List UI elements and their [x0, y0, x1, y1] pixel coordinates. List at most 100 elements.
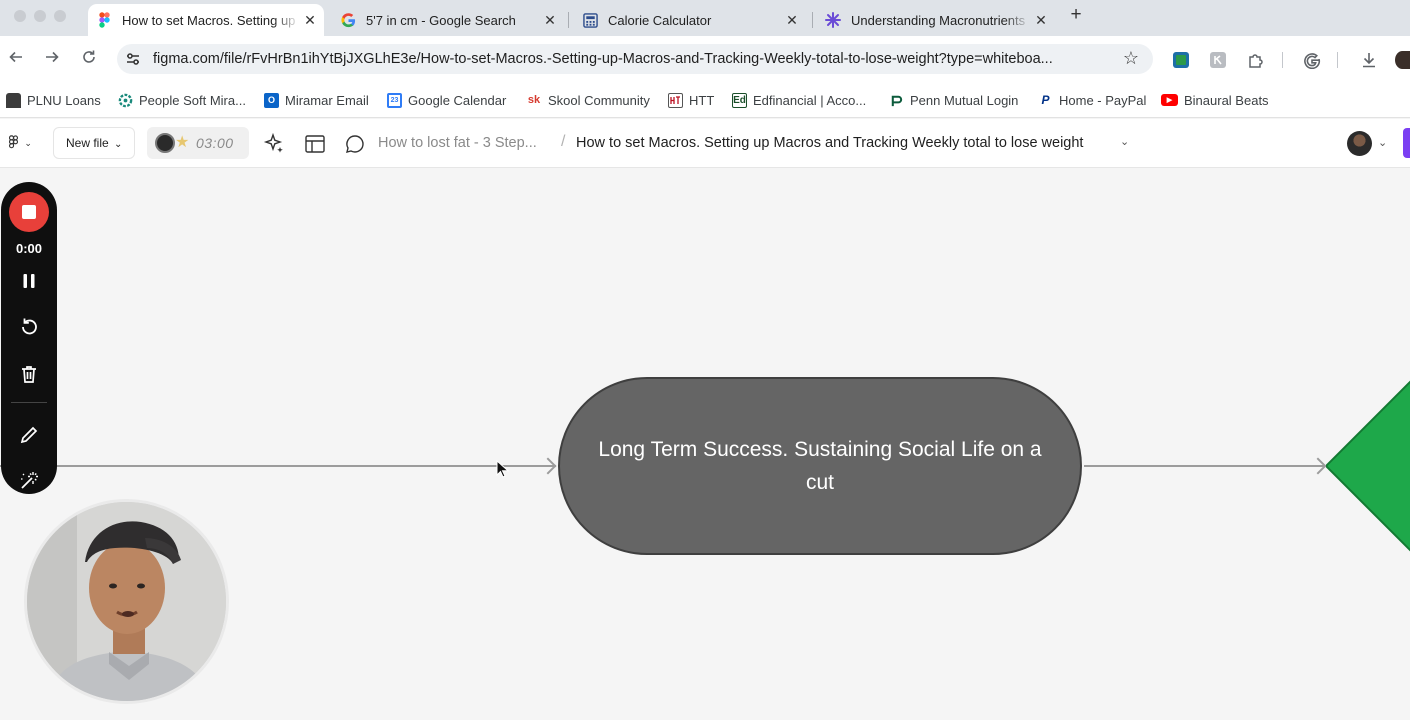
url-text[interactable]: figma.com/file/rFvHrBn1ihYtBjJXGLhE3e/Ho…: [153, 51, 1117, 67]
share-button[interactable]: [1403, 128, 1410, 158]
figma-icon: [96, 12, 112, 28]
comment-icon[interactable]: [344, 133, 366, 155]
pencil-icon[interactable]: [18, 424, 40, 446]
timer-readout: 03:00: [196, 135, 234, 151]
tab-close-button[interactable]: ✕: [300, 12, 320, 29]
zoom-window-button[interactable]: [54, 10, 66, 22]
site-settings-icon[interactable]: [125, 51, 141, 67]
htt-icon: [668, 92, 683, 108]
presenter-video: [27, 502, 226, 701]
bookmark-penn-mutual[interactable]: Penn Mutual Login: [889, 90, 1018, 110]
bookmark-plnu-loans[interactable]: PLNU Loans: [6, 90, 101, 110]
tab-calorie-calculator[interactable]: Calorie Calculator ✕: [574, 4, 806, 36]
tab-divider: [568, 12, 569, 28]
calendar-icon: 23: [387, 92, 402, 108]
tab-title: 5'7 in cm - Google Search: [366, 12, 516, 28]
new-file-label: New file: [66, 136, 109, 150]
trash-icon[interactable]: [18, 363, 40, 385]
browser-tab-strip: How to set Macros. Setting up Macros and…: [0, 0, 1410, 36]
bookmark-label: People Soft Mira...: [139, 92, 246, 108]
address-bar[interactable]: figma.com/file/rFvHrBn1ihYtBjJXGLhE3e/Ho…: [117, 44, 1153, 74]
recording-timer: 0:00: [15, 241, 43, 256]
puzzle-icon[interactable]: [1247, 51, 1265, 69]
profile-avatar[interactable]: [1395, 51, 1410, 69]
node-text: Long Term Success. Sustaining Social Lif…: [598, 438, 1042, 494]
breadcrumb-separator: /: [561, 133, 566, 150]
tab-figma[interactable]: How to set Macros. Setting up Macros and…: [88, 4, 324, 36]
paypal-icon: P: [1041, 93, 1050, 107]
google-g-icon[interactable]: [1303, 51, 1321, 70]
bookmark-binaural-beats[interactable]: ▶ Binaural Beats: [1161, 90, 1269, 110]
edfinancial-icon: Ed: [732, 92, 747, 108]
bookmark-skool[interactable]: sk Skool Community: [526, 90, 650, 110]
flow-node[interactable]: Long Term Success. Sustaining Social Lif…: [558, 377, 1082, 555]
download-icon[interactable]: [1360, 51, 1378, 69]
tab-close-button[interactable]: ✕: [1031, 12, 1051, 29]
chevron-down-icon: ⌄: [24, 138, 32, 148]
close-window-button[interactable]: [14, 10, 26, 22]
user-avatar[interactable]: [1347, 131, 1372, 156]
ai-sparkle-icon[interactable]: [263, 132, 285, 155]
skool-icon: sk: [527, 94, 541, 106]
bookmark-label: Edfinancial | Acco...: [753, 92, 867, 108]
new-file-button[interactable]: New file ⌄: [53, 127, 135, 159]
figma-toolbar: ⌄ New file ⌄ ★ 03:00 How to lost fat - 3…: [0, 119, 1410, 168]
extension-icon[interactable]: [1209, 51, 1227, 69]
restart-icon[interactable]: [18, 316, 40, 338]
bookmark-edfinancial[interactable]: Ed Edfinancial | Acco...: [732, 90, 866, 110]
tab-title: How to set Macros. Setting up Macros and…: [122, 12, 300, 28]
tab-understanding-macronutrients[interactable]: Understanding Macronutrients ✕: [817, 4, 1055, 36]
stop-recording-button[interactable]: [9, 192, 49, 232]
toolbar-divider: [1282, 52, 1283, 68]
minimize-window-button[interactable]: [34, 10, 46, 22]
bookmark-label: HTT: [689, 92, 715, 108]
chevron-down-icon[interactable]: ⌄: [1120, 135, 1129, 148]
connector-line[interactable]: [0, 465, 556, 467]
connector-line[interactable]: [1084, 465, 1326, 467]
bookmark-miramar-email[interactable]: O Miramar Email: [264, 90, 369, 110]
bookmark-label: Skool Community: [548, 92, 650, 108]
bookmark-label: Google Calendar: [408, 92, 507, 108]
bookmark-star-icon[interactable]: ☆: [1123, 48, 1139, 69]
star-icon: ★: [175, 134, 190, 151]
toolbar-divider: [1337, 52, 1338, 68]
webcam-bubble[interactable]: [24, 499, 229, 704]
bookmark-people-soft[interactable]: People Soft Mira...: [118, 90, 246, 110]
bookmarks-bar: PLNU Loans People Soft Mira... O Miramar…: [0, 82, 1410, 118]
layout-template-icon[interactable]: [304, 133, 326, 155]
chevron-down-icon[interactable]: ⌄: [1378, 136, 1387, 149]
asterisk-icon: [825, 12, 841, 28]
tab-title: Understanding Macronutrients: [851, 12, 1026, 28]
forward-arrow-icon[interactable]: [42, 49, 62, 69]
bookmark-label: Miramar Email: [285, 92, 369, 108]
new-tab-button[interactable]: +: [1065, 4, 1087, 26]
google-icon: [340, 12, 356, 28]
decision-diamond[interactable]: [1326, 366, 1410, 566]
timer-widget[interactable]: ★ 03:00: [147, 127, 249, 159]
effects-wand-icon[interactable]: [18, 470, 40, 492]
figma-main-menu[interactable]: ⌄: [8, 135, 32, 152]
pause-icon[interactable]: [18, 270, 40, 292]
tab-close-button[interactable]: ✕: [782, 12, 802, 29]
breadcrumb-parent[interactable]: How to lost fat - 3 Step...: [378, 135, 537, 151]
figma-icon: [8, 135, 19, 149]
outlook-icon: O: [264, 92, 279, 108]
bookmark-label: Home - PayPal: [1059, 92, 1147, 108]
tab-close-button[interactable]: ✕: [540, 12, 560, 29]
tab-divider: [812, 12, 813, 28]
bookmark-label: PLNU Loans: [27, 92, 101, 108]
back-arrow-icon[interactable]: [6, 49, 26, 69]
bookmark-htt[interactable]: HTT: [668, 90, 714, 110]
file-title[interactable]: How to set Macros. Setting up Macros and…: [576, 135, 1083, 151]
extension-icon[interactable]: [1172, 51, 1190, 69]
arrowhead: [539, 457, 557, 475]
screen-recorder-panel: 0:00: [1, 182, 57, 494]
bookmark-paypal[interactable]: P Home - PayPal: [1038, 90, 1146, 110]
tab-google-search[interactable]: 5'7 in cm - Google Search ✕: [332, 4, 564, 36]
divider: [11, 402, 47, 403]
penn-mutual-icon: [889, 93, 904, 108]
bookmark-google-calendar[interactable]: 23 Google Calendar: [387, 90, 506, 110]
reload-icon[interactable]: [79, 49, 99, 69]
arrowhead: [1309, 457, 1327, 475]
mouse-cursor-icon: [496, 460, 510, 478]
